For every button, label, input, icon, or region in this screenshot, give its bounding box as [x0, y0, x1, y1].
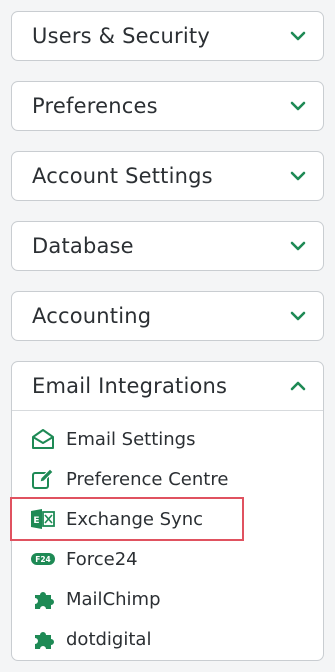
section-title: Users & Security — [32, 24, 210, 48]
menu-item-label: Force24 — [66, 548, 138, 570]
chevron-down-icon[interactable] — [289, 310, 307, 322]
menu-item-label: MailChimp — [66, 588, 161, 610]
section-users-security[interactable]: Users & Security — [11, 11, 324, 61]
chevron-down-icon[interactable] — [289, 100, 307, 112]
edit-square-icon — [30, 467, 56, 491]
chevron-down-icon[interactable] — [289, 170, 307, 182]
menu-item-label: dotdigital — [66, 628, 152, 650]
section-header[interactable]: Database — [12, 222, 323, 270]
settings-menu: Users & Security Preferences Account Set… — [0, 0, 335, 672]
menu-item-preference-centre[interactable]: Preference Centre — [12, 459, 323, 499]
svg-text:F24: F24 — [35, 555, 51, 564]
menu-item-dotdigital[interactable]: dotdigital — [12, 619, 323, 659]
svg-text:E: E — [33, 516, 39, 526]
section-preferences[interactable]: Preferences — [11, 81, 324, 131]
menu-item-force24[interactable]: F24 Force24 — [12, 539, 323, 579]
section-title: Database — [32, 234, 134, 258]
section-header[interactable]: Users & Security — [12, 12, 323, 60]
email-integrations-list: Email Settings Preference Centre E Excha… — [10, 411, 323, 659]
menu-item-label: Email Settings — [66, 428, 196, 450]
chevron-down-icon[interactable] — [289, 30, 307, 42]
section-header[interactable]: Account Settings — [12, 152, 323, 200]
menu-item-exchange-sync[interactable]: E Exchange Sync — [10, 497, 323, 541]
exchange-logo-icon: E — [30, 507, 56, 531]
chevron-up-icon[interactable] — [289, 380, 307, 392]
section-title: Account Settings — [32, 164, 213, 188]
section-accounting[interactable]: Accounting — [11, 291, 324, 341]
section-header[interactable]: Accounting — [12, 292, 323, 340]
menu-item-email-settings[interactable]: Email Settings — [12, 419, 323, 459]
menu-item-label: Exchange Sync — [66, 508, 204, 530]
menu-item-mailchimp[interactable]: MailChimp — [12, 579, 323, 619]
force24-logo-icon: F24 — [30, 547, 56, 571]
envelope-open-icon — [30, 427, 56, 451]
section-header[interactable]: Email Integrations — [12, 362, 323, 411]
puzzle-piece-icon — [30, 587, 56, 611]
chevron-down-icon[interactable] — [289, 240, 307, 252]
section-email-integrations: Email Integrations Email Settings Prefer… — [10, 361, 324, 661]
section-title: Email Integrations — [32, 374, 228, 398]
section-title: Accounting — [32, 304, 152, 328]
section-database[interactable]: Database — [11, 221, 324, 271]
section-title: Preferences — [32, 94, 158, 118]
section-account-settings[interactable]: Account Settings — [11, 151, 324, 201]
puzzle-piece-icon — [30, 627, 56, 651]
menu-item-label: Preference Centre — [66, 468, 229, 490]
section-header[interactable]: Preferences — [12, 82, 323, 130]
